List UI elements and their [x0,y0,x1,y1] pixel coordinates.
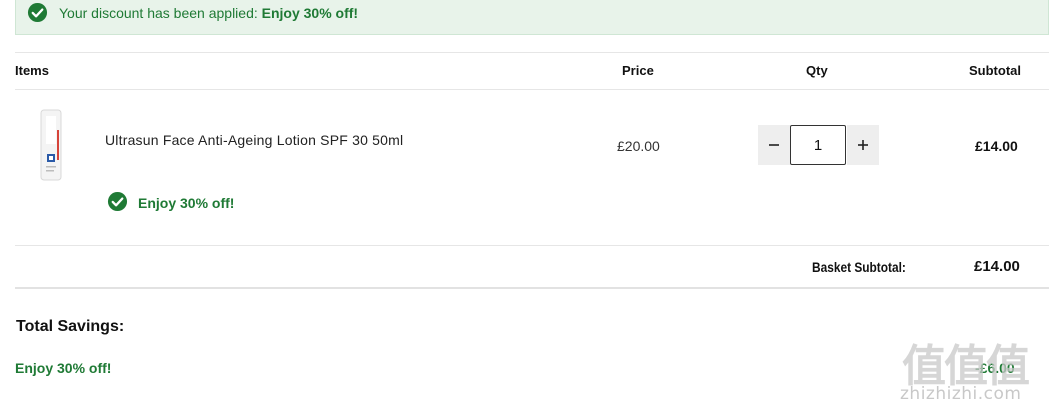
divider [15,245,1049,246]
discount-message: Your discount has been applied: Enjoy 30… [59,5,358,21]
increase-quantity-button[interactable] [847,125,879,165]
basket-subtotal-label: Basket Subtotal: [812,259,906,275]
header-items: Items [15,63,49,78]
product-name-link[interactable]: Ultrasun Face Anti-Ageing Lotion SPF 30 … [105,132,403,148]
row-subtotal: £14.00 [975,138,1018,154]
discount-message-prefix: Your discount has been applied: [59,5,262,21]
site-watermark: 值值值 zhizhizhi.com [898,330,1044,408]
divider [15,52,1049,53]
discount-banner: Your discount has been applied: Enjoy 30… [15,0,1049,35]
product-image[interactable] [38,108,64,182]
discount-message-highlight: Enjoy 30% off! [261,5,359,21]
quantity-input[interactable] [790,125,846,165]
savings-item-label: Enjoy 30% off! [15,360,112,376]
basket-subtotal-value: £14.00 [974,258,1020,275]
quantity-stepper [758,125,879,165]
decrease-quantity-button[interactable] [758,125,790,165]
offer-text: Enjoy 30% off! [138,195,235,211]
check-circle-icon [27,2,48,23]
total-savings-title: Total Savings: [16,318,125,335]
check-circle-icon [107,191,128,212]
header-qty: Qty [806,63,828,78]
plus-icon [858,140,868,150]
watermark-domain: zhizhizhi.com [900,384,1022,404]
unit-price: £20.00 [617,138,660,154]
header-price: Price [622,63,654,78]
header-subtotal: Subtotal [969,63,1021,78]
divider [15,89,1049,90]
divider [15,287,1049,289]
minus-icon [769,144,779,146]
